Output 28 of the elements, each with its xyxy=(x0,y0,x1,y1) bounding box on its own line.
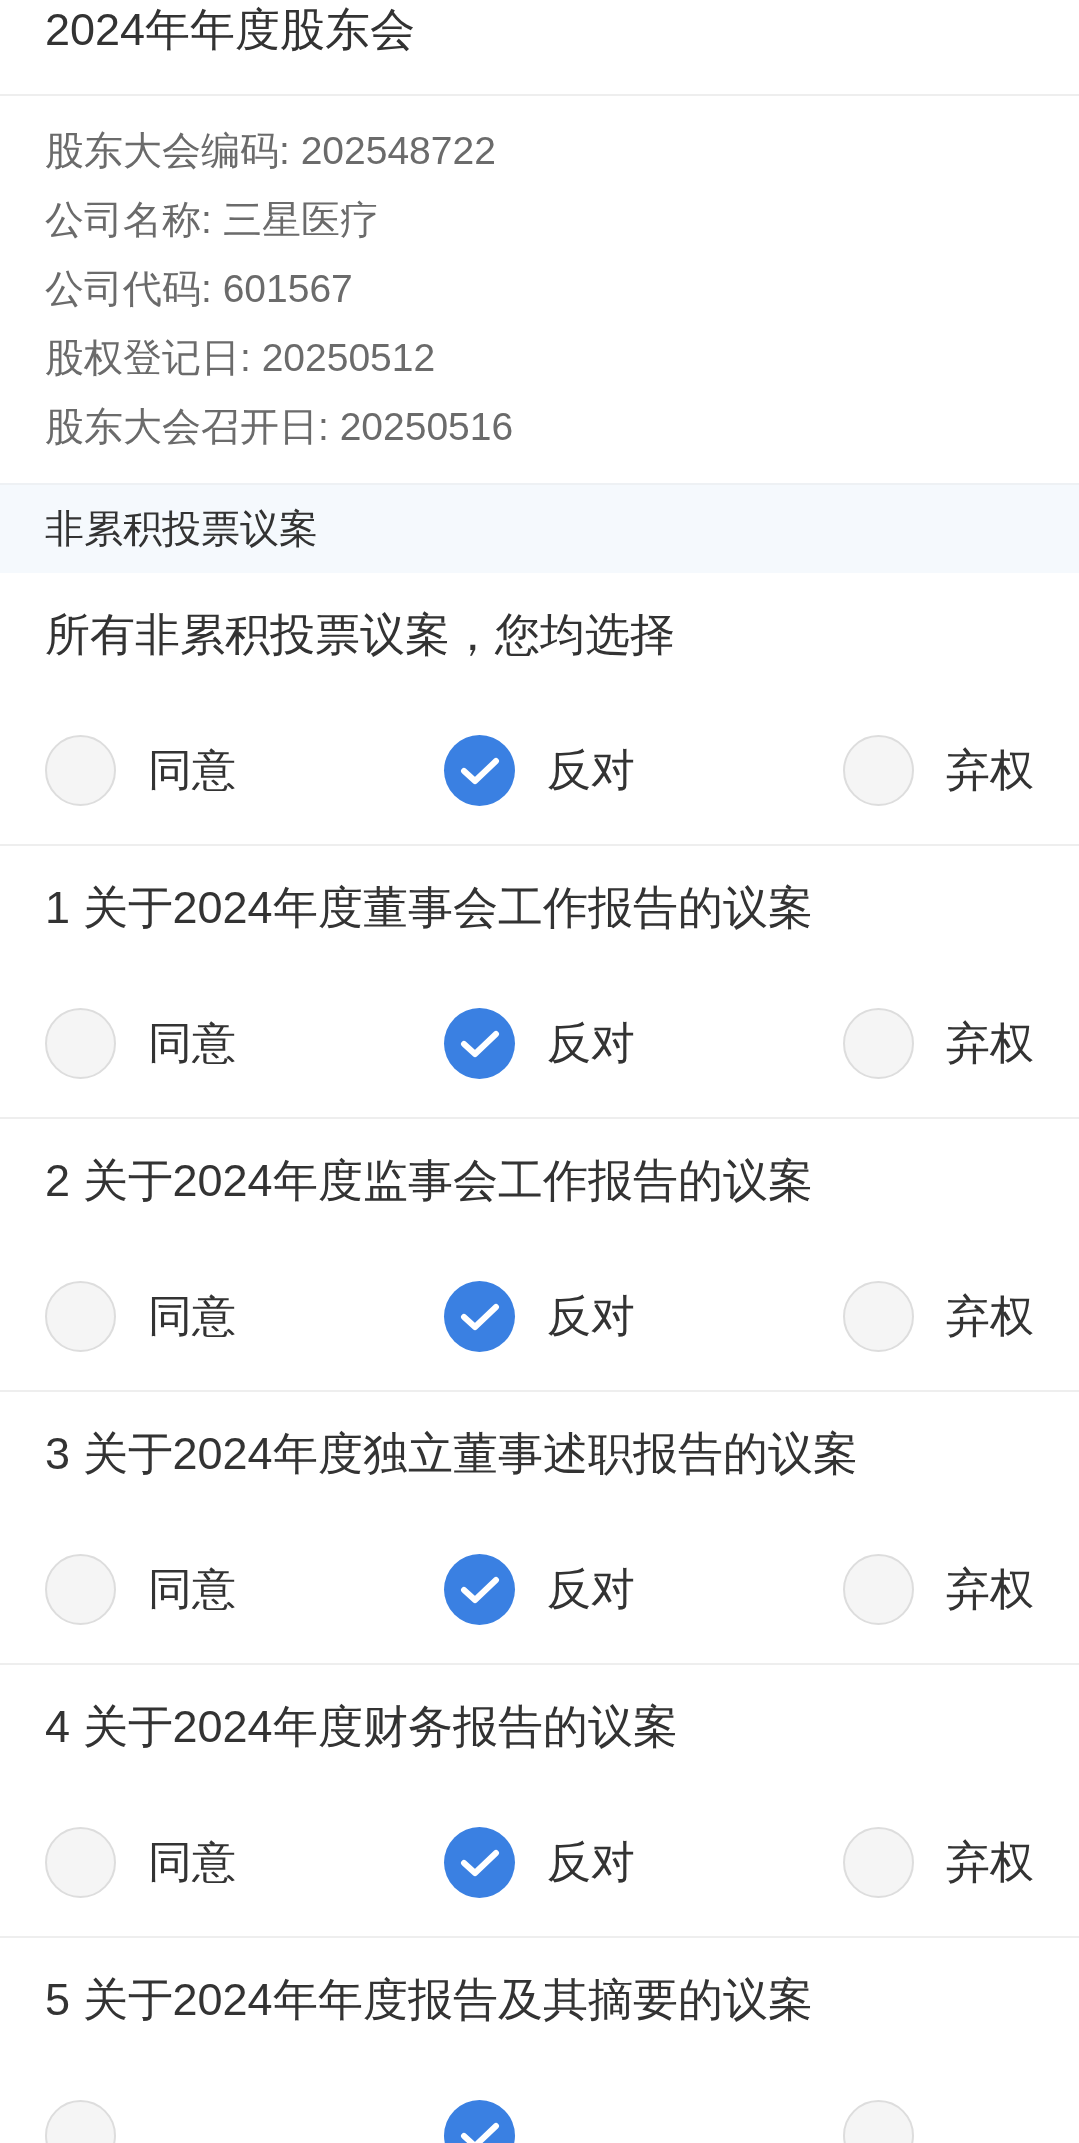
vote-option[interactable]: 弃权 xyxy=(843,1827,1034,1898)
info-text: 公司代码: 601567 xyxy=(45,266,353,312)
vote-option[interactable]: 弃权 xyxy=(843,1554,1034,1625)
vote-option[interactable]: 弃权 xyxy=(843,1008,1034,1079)
vote-option[interactable]: 同意 xyxy=(45,735,236,806)
proposal-question: 2 关于2024年度监事会工作报告的议案 xyxy=(45,1154,813,1208)
vote-option[interactable]: 同意 xyxy=(45,1827,236,1898)
vote-option[interactable]: 同意 xyxy=(45,1554,236,1625)
vote-option[interactable]: 反对 xyxy=(444,1554,635,1625)
page-title: 2024年年度股东会 xyxy=(45,3,416,57)
vote-option[interactable]: 反对 xyxy=(444,1827,635,1898)
proposal-question: 4 关于2024年度财务报告的议案 xyxy=(45,1700,678,1754)
proposal-question: 5 关于2024年年度报告及其摘要的议案 xyxy=(45,1973,813,2027)
vote-option[interactable]: 弃权 xyxy=(843,1281,1034,1352)
section-header: 非累积投票议案 xyxy=(0,483,1079,573)
proposal-question: 1 关于2024年度董事会工作报告的议案 xyxy=(45,881,813,935)
info-text: 公司名称: 三星医疗 xyxy=(45,197,379,243)
info-text: 股东大会召开日: 20250516 xyxy=(45,404,514,450)
vote-option[interactable]: 弃权 xyxy=(843,735,1034,806)
vote-option[interactable]: 同意 xyxy=(45,1281,236,1352)
vote-option[interactable]: 反对 xyxy=(444,1281,635,1352)
proposal-question: 3 关于2024年度独立董事述职报告的议案 xyxy=(45,1427,858,1481)
vote-option[interactable]: 反对 xyxy=(444,735,635,806)
vote-option[interactable]: 反对 xyxy=(444,1008,635,1079)
info-text: 股权登记日: 20250512 xyxy=(45,335,436,381)
proposal-question: 所有非累积投票议案，您均选择 xyxy=(45,608,675,662)
info-text: 股东大会编码: 202548722 xyxy=(45,128,496,174)
vote-option[interactable]: 同意 xyxy=(45,1008,236,1079)
